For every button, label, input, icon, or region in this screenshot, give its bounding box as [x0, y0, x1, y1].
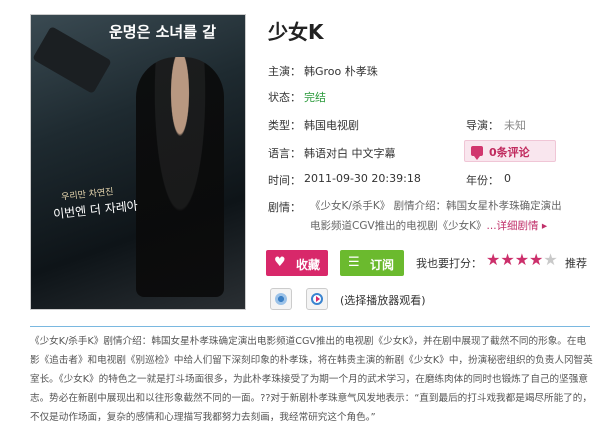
director-label: 导演：	[466, 119, 499, 132]
player-option-2-button[interactable]	[306, 288, 328, 310]
time-value: 2011-09-30 20:39:18	[304, 172, 421, 185]
play-icon	[311, 293, 323, 305]
star-icon[interactable]: ★	[500, 250, 514, 269]
year-value: 0	[504, 172, 511, 185]
subscribe-button[interactable]: ☰ 订阅	[340, 250, 404, 276]
status-value: 完结	[304, 91, 326, 104]
section-divider	[30, 326, 590, 327]
type-value[interactable]: 韩国电视剧	[304, 117, 359, 133]
select-player-hint: (选择播放器观看)	[340, 294, 426, 307]
plot-more-link[interactable]: ...详细剧情 ▸	[487, 220, 548, 232]
type-label: 类型：	[268, 119, 301, 132]
rating-stars[interactable]: ★★★★★	[486, 250, 558, 269]
director-value: 未知	[504, 119, 526, 132]
plot-label: 剧情：	[268, 201, 301, 214]
rss-icon: ☰	[348, 255, 360, 270]
star-icon[interactable]: ★	[543, 250, 557, 269]
gun-shape	[32, 26, 112, 94]
language-label: 语言：	[268, 147, 301, 160]
star-icon[interactable]: ★	[486, 250, 500, 269]
star-icon[interactable]: ★	[515, 250, 529, 269]
plot-summary: 《少女K/杀手K》 剧情介绍：韩国女星朴孝珠确定演出电影频道CGV推出的电视剧《…	[310, 196, 570, 236]
language-value: 韩语对白 中文字幕	[304, 147, 396, 160]
player-1-icon	[275, 293, 287, 305]
comment-icon	[471, 146, 483, 160]
status-label: 状态：	[268, 91, 301, 104]
time-label: 时间：	[268, 174, 301, 187]
favorite-button[interactable]: ♥ 收藏	[266, 250, 328, 276]
page-title: 少女K	[268, 20, 324, 44]
year-label: 年份：	[466, 174, 499, 187]
recommend-label: 推荐	[565, 257, 587, 270]
subscribe-label: 订阅	[370, 258, 395, 272]
poster-banner-text: 운명은 소녀를 갈	[109, 23, 217, 41]
lead-label: 主演：	[268, 65, 301, 78]
star-icon[interactable]: ★	[529, 250, 543, 269]
lead-value[interactable]: 韩Groo 朴孝珠	[304, 63, 378, 79]
comments-button[interactable]: 0条评论	[464, 140, 556, 162]
comments-count: 0条评论	[489, 146, 530, 159]
favorite-label: 收藏	[296, 258, 321, 272]
heart-icon: ♥	[274, 255, 286, 270]
poster-figure	[136, 57, 224, 297]
player-option-1-button[interactable]	[270, 288, 292, 310]
rate-label: 我也要打分：	[416, 257, 482, 270]
description-text: 《少女K/杀手K》剧情介绍：韩国女星朴孝珠确定演出电影频道CGV推出的电视剧《少…	[30, 336, 593, 423]
poster-image: 운명은 소녀를 갈 우리만 차연진 이번엔 더 자레아	[30, 14, 246, 310]
